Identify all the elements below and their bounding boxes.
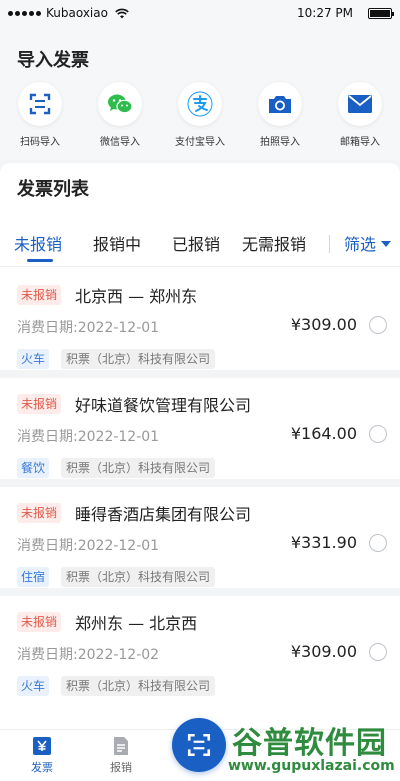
caret-down-icon [381,241,392,247]
import-mail-label: 邮箱导入 [340,137,380,148]
filter-label: 筛选 [344,235,377,254]
invoice-date: 消费日期:2022-12-01 [17,538,160,554]
mail-icon [338,82,382,126]
company-badge: 积票（北京）科技有限公司 [61,458,216,478]
yen-icon [33,737,51,755]
watermark-title: 谷普软件园 [232,726,387,761]
tab-no-reimbursement[interactable]: 无需报销 [242,231,306,255]
card-separator [0,479,400,487]
invoice-title: 北京西 — 郑州东 [75,287,198,306]
status-badge: 未报销 [17,285,62,305]
import-alipay-label: 支付宝导入 [175,137,225,148]
company-badge: 积票（北京）科技有限公司 [61,567,216,587]
select-radio[interactable] [369,316,387,334]
tab-reimbursed[interactable]: 已报销 [172,231,220,255]
nav-item-invoices[interactable]: 发票 [22,736,62,775]
company-badge: 积票（北京）科技有限公司 [61,676,216,696]
card-separator [0,370,400,378]
import-options: 扫码导入 微信导入 支付宝导入 拍照导入 邮箱导入 [0,82,400,148]
import-wechat-button[interactable]: 微信导入 [80,82,160,148]
invoice-date: 消费日期:2022-12-01 [17,320,160,336]
import-section-title: 导入发票 [17,50,89,71]
select-radio[interactable] [369,425,387,443]
invoice-card[interactable]: 未报销 好味道餐饮管理有限公司 消费日期:2022-12-01 ¥164.00 … [0,382,400,487]
watermark-url: www.gupuxlazai.com [228,758,395,774]
status-time: 10:27 PM [297,6,353,20]
category-badge: 火车 [17,676,50,696]
import-panel: 导入发票 扫码导入 微信导入 支付宝导入 拍照导入 邮箱导入 [0,26,400,160]
active-tab-indicator [27,259,53,262]
invoice-date: 消费日期:2022-12-02 [17,647,160,663]
invoice-card[interactable]: 未报销 北京西 — 郑州东 消费日期:2022-12-01 ¥309.00 火车… [0,273,400,378]
status-bar: Kubaoxiao 10:27 PM [0,0,400,26]
status-badge: 未报销 [17,612,62,632]
invoice-card[interactable]: 未报销 睡得香酒店集团有限公司 消费日期:2022-12-01 ¥331.90 … [0,491,400,596]
battery-icon [368,8,394,19]
invoice-amount: ¥331.90 [290,533,357,552]
import-alipay-button[interactable]: 支付宝导入 [160,82,240,148]
nav-item-reimbursement[interactable]: 报销 [101,736,141,775]
invoice-title: 郑州东 — 北京西 [75,614,198,633]
camera-icon [258,82,302,126]
card-separator [0,588,400,596]
company-badge: 积票（北京）科技有限公司 [61,349,216,369]
scan-icon [187,733,211,757]
import-mail-button[interactable]: 邮箱导入 [320,82,400,148]
select-radio[interactable] [369,643,387,661]
import-camera-button[interactable]: 拍照导入 [240,82,320,148]
nav-label-reimbursement: 报销 [110,761,132,774]
import-camera-label: 拍照导入 [260,137,300,148]
category-badge: 住宿 [17,567,50,587]
invoice-list-panel: 发票列表 未报销 报销中 已报销 无需报销 筛选 未报销 北京西 — 郑州东 消… [0,163,400,729]
status-badge: 未报销 [17,394,62,414]
invoice-card[interactable]: 未报销 郑州东 — 北京西 消费日期:2022-12-02 ¥309.00 火车… [0,600,400,700]
invoice-title: 好味道餐饮管理有限公司 [75,396,252,415]
tabs-divider-line [0,266,400,267]
select-radio[interactable] [369,534,387,552]
scan-fab-button[interactable] [172,718,226,772]
import-scan-button[interactable]: 扫码导入 [0,82,80,148]
invoice-amount: ¥309.00 [290,642,357,661]
import-wechat-label: 微信导入 [100,137,140,148]
list-section-title: 发票列表 [17,179,89,200]
import-scan-label: 扫码导入 [20,137,60,148]
invoice-amount: ¥164.00 [290,424,357,443]
invoice-title: 睡得香酒店集团有限公司 [75,505,252,524]
wechat-icon [98,82,142,126]
invoice-date: 消费日期:2022-12-01 [17,429,160,445]
document-icon [114,737,128,755]
tab-divider [329,235,330,253]
tab-unreimbursed[interactable]: 未报销 [14,231,62,255]
watermark: 谷普软件园 www.gupuxlazai.com [220,712,400,781]
nav-label-invoices: 发票 [31,761,53,774]
tab-in-progress[interactable]: 报销中 [93,231,141,255]
status-tabs: 未报销 报销中 已报销 无需报销 筛选 [0,227,400,263]
scan-icon [18,82,62,126]
status-badge: 未报销 [17,503,62,523]
filter-button[interactable]: 筛选 [344,231,392,255]
category-badge: 火车 [17,349,50,369]
invoice-amount: ¥309.00 [290,315,357,334]
alipay-icon [178,82,222,126]
category-badge: 餐饮 [17,458,50,478]
